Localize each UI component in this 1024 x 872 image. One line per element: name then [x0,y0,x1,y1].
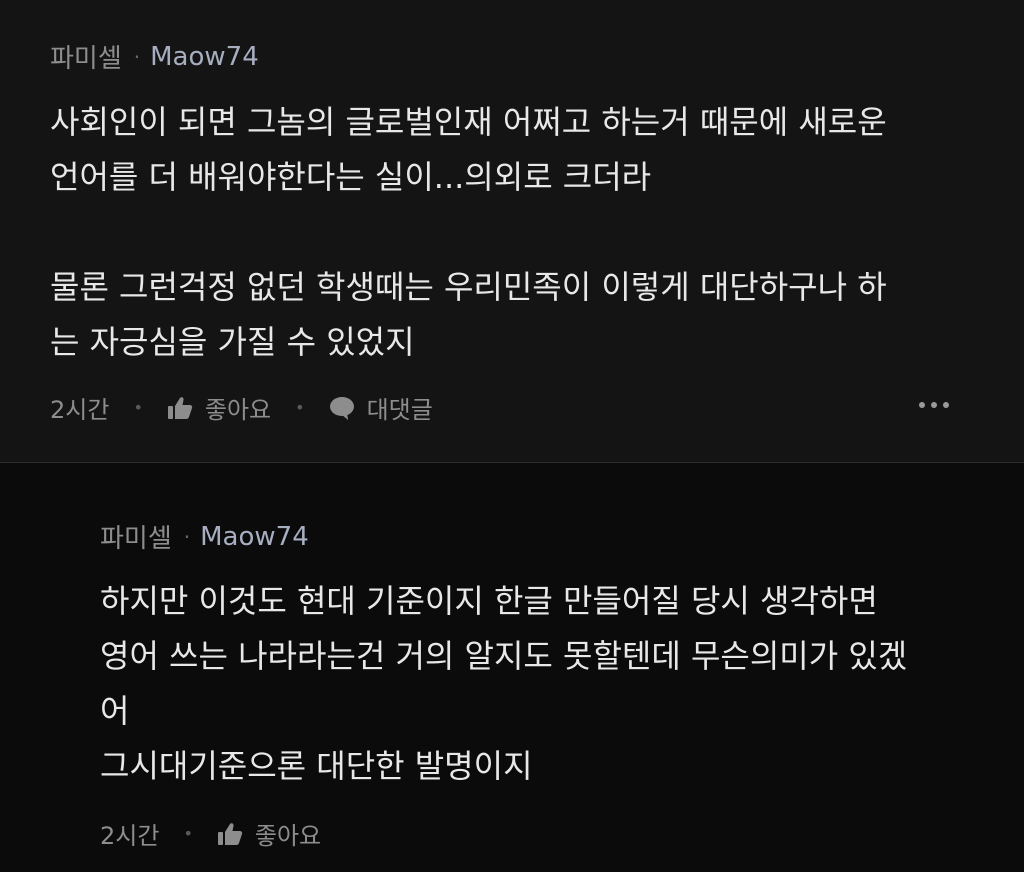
comment-time: 2시간 [100,822,160,850]
comment-line: 그시대기준으론 대단한 발명이지 [100,747,533,785]
comment-line: 하지만 이것도 현대 기준이지 한글 만들어질 당시 생각하면 [100,582,878,620]
reply-comment: 파미셀 · Maow74 하지만 이것도 현대 기준이지 한글 만들어질 당시 … [0,463,1024,872]
comment-line: 영어 쓰는 나라라는건 거의 알지도 못할텐데 무슨의미가 있겠 [100,637,908,675]
comment-line: 는 자긍심을 가질 수 있었지 [50,323,415,361]
comment-line: 어 [100,692,130,730]
reply-button[interactable]: 대댓글 [329,390,433,425]
community-name[interactable]: 파미셀 [50,38,122,75]
comment-body: 하지만 이것도 현대 기준이지 한글 만들어질 당시 생각하면 영어 쓰는 나라… [100,574,907,794]
comment-line: 사회인이 되면 그놈의 글로벌인재 어쩌고 하는거 때문에 새로운 [50,103,887,141]
comment-actions: 2시간 • 좋아요 • 대댓글 [50,390,433,425]
comment: 파미셀 · Maow74 사회인이 되면 그놈의 글로벌인재 어쩌고 하는거 때… [0,0,1024,462]
comment-author-line: 파미셀 · Maow74 [50,38,259,75]
community-name[interactable]: 파미셀 [100,518,172,555]
author-nickname[interactable]: Maow74 [150,42,259,72]
more-dots-icon [931,402,937,408]
like-button[interactable]: 좋아요 [167,390,271,425]
comment-body: 사회인이 되면 그놈의 글로벌인재 어쩌고 하는거 때문에 새로운 언어를 더 … [50,95,887,370]
action-separator: • [295,398,305,417]
thumbs-up-icon [167,396,193,419]
comment-line: 물론 그런걱정 없던 학생때는 우리민족이 이렇게 대단하구나 하 [50,268,887,306]
comment-line [50,205,887,260]
like-label: 좋아요 [204,396,272,424]
action-separator: • [133,398,143,417]
action-separator: • [183,824,193,843]
meta-separator: · [183,524,191,549]
comment-actions: 2시간 • 좋아요 [100,816,321,851]
reply-label: 대댓글 [366,396,433,424]
more-dots-icon [919,402,925,408]
speech-bubble-icon [329,396,354,420]
more-options-button[interactable] [919,402,949,408]
author-nickname[interactable]: Maow74 [200,522,309,552]
thumbs-up-icon [217,822,243,845]
more-dots-icon [943,402,949,408]
like-button[interactable]: 좋아요 [217,816,321,851]
meta-separator: · [133,44,141,69]
comment-author-line: 파미셀 · Maow74 [100,518,309,555]
comment-line: 언어를 더 배워야한다는 실이...의외로 크더라 [50,158,652,196]
comment-time: 2시간 [50,396,110,424]
like-label: 좋아요 [254,822,322,850]
